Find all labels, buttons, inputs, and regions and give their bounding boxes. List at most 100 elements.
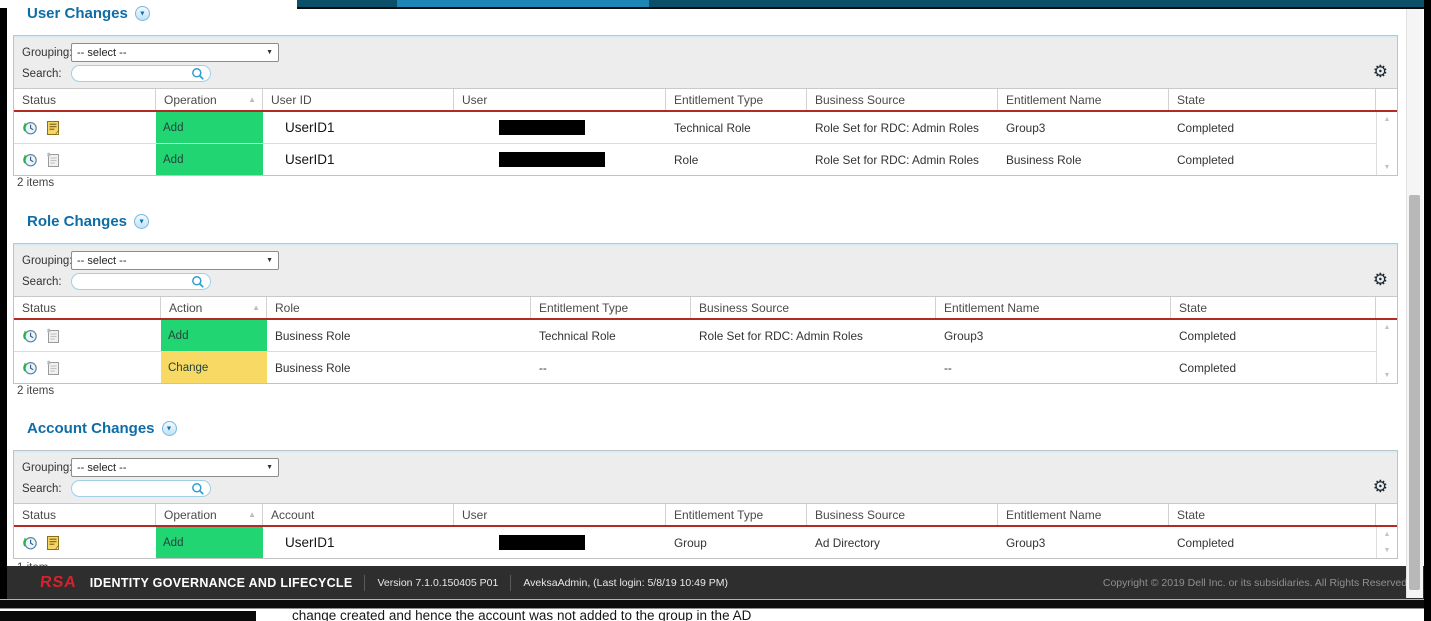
section-title-role-changes: Role Changes ▼ xyxy=(27,211,149,232)
sort-ascending-icon: ▲ xyxy=(252,303,260,312)
column-header-user-id[interactable]: User ID xyxy=(263,89,454,110)
bottom-redaction-block xyxy=(0,611,256,621)
scroll-down-icon[interactable]: ▼ xyxy=(1384,547,1391,554)
table-cell: Business Role xyxy=(998,144,1169,175)
changelog-note-icon[interactable] xyxy=(45,120,61,136)
table-scrollbar: ▲ ▼ xyxy=(1376,112,1397,175)
search-label: Search: xyxy=(22,68,71,80)
table-cell: Group3 xyxy=(998,112,1169,143)
status-sync-icon[interactable] xyxy=(22,152,38,168)
sort-ascending-icon: ▲ xyxy=(248,95,256,104)
redacted-value xyxy=(499,152,605,167)
search-input[interactable] xyxy=(81,276,183,288)
column-header-business-source[interactable]: Business Source xyxy=(807,89,998,110)
column-header-label: Entitlement Type xyxy=(674,93,800,107)
new-document-icon[interactable] xyxy=(45,328,61,344)
sort-ascending-icon: ▲ xyxy=(248,510,256,519)
collapse-chevron-icon[interactable]: ▼ xyxy=(162,421,177,436)
table-cell: Technical Role xyxy=(666,112,807,143)
column-header-entitlement-name[interactable]: Entitlement Name xyxy=(936,297,1171,318)
page-scrollbar-thumb[interactable] xyxy=(1409,195,1420,590)
search-row: Search: xyxy=(22,480,211,497)
items-count: 2 items xyxy=(17,177,54,189)
gear-icon[interactable]: ⚙ xyxy=(1373,63,1388,80)
status-sync-icon[interactable] xyxy=(22,535,38,551)
search-icon[interactable] xyxy=(191,482,205,496)
scroll-down-icon[interactable]: ▼ xyxy=(1384,372,1391,379)
column-header-label: State xyxy=(1177,93,1369,107)
grouping-select[interactable]: -- select -- ▼ xyxy=(71,43,279,62)
search-label: Search: xyxy=(22,483,71,495)
column-header-entitlement-name[interactable]: Entitlement Name xyxy=(998,504,1169,525)
footer-divider xyxy=(364,575,365,591)
search-input[interactable] xyxy=(81,483,183,495)
column-header-user[interactable]: User xyxy=(454,89,666,110)
table-cell: Business Role xyxy=(267,320,531,351)
status-sync-icon[interactable] xyxy=(22,328,38,344)
column-header-operation[interactable]: Operation▲ xyxy=(156,504,263,525)
column-header-business-source[interactable]: Business Source xyxy=(691,297,936,318)
column-header-entitlement-type[interactable]: Entitlement Type xyxy=(531,297,691,318)
table-cell: Role xyxy=(666,144,807,175)
scroll-up-icon[interactable]: ▲ xyxy=(1384,531,1391,538)
column-header-status[interactable]: Status xyxy=(14,297,161,318)
new-document-icon[interactable] xyxy=(45,360,61,376)
search-icon[interactable] xyxy=(191,67,205,81)
column-header-user[interactable]: User xyxy=(454,504,666,525)
column-header-label: User xyxy=(462,93,659,107)
table-cell: Group3 xyxy=(998,527,1169,558)
table-cell: Add xyxy=(156,112,263,143)
select-caret-icon: ▼ xyxy=(266,464,273,471)
collapse-chevron-icon[interactable]: ▼ xyxy=(135,6,150,21)
column-header-entitlement-type[interactable]: Entitlement Type xyxy=(666,89,807,110)
scroll-down-icon[interactable]: ▼ xyxy=(1384,164,1391,171)
column-header-business-source[interactable]: Business Source xyxy=(807,504,998,525)
column-header-label: Business Source xyxy=(699,301,929,315)
column-header-status[interactable]: Status xyxy=(14,89,156,110)
column-header-role[interactable]: Role xyxy=(267,297,531,318)
column-header-state[interactable]: State xyxy=(1169,504,1376,525)
column-header-entitlement-type[interactable]: Entitlement Type xyxy=(666,504,807,525)
grouping-select[interactable]: -- select -- ▼ xyxy=(71,458,279,477)
grouping-select[interactable]: -- select -- ▼ xyxy=(71,251,279,270)
clipped-note-text: change created and hence the account was… xyxy=(292,608,751,621)
changelog-note-icon[interactable] xyxy=(45,535,61,551)
column-header-account[interactable]: Account xyxy=(263,504,454,525)
search-input[interactable] xyxy=(81,68,183,80)
status-sync-icon[interactable] xyxy=(22,120,38,136)
search-row: Search: xyxy=(22,273,211,290)
search-box xyxy=(71,65,211,82)
role-changes-toolbar: Grouping: -- select -- ▼ Search: ⚙ xyxy=(14,244,1397,297)
column-header-action[interactable]: Action▲ xyxy=(161,297,267,318)
scroll-up-icon[interactable]: ▲ xyxy=(1384,116,1391,123)
page-title: Account Changes xyxy=(27,418,155,439)
status-cell xyxy=(14,352,161,383)
search-icon[interactable] xyxy=(191,275,205,289)
column-header-label: Business Source xyxy=(815,93,991,107)
page-scrollbar-track xyxy=(1406,9,1423,598)
table-body: AddUserID1Technical RoleRole Set for RDC… xyxy=(14,112,1397,175)
footer-divider xyxy=(510,575,511,591)
column-header-status[interactable]: Status xyxy=(14,504,156,525)
new-document-icon[interactable] xyxy=(45,152,61,168)
status-sync-icon[interactable] xyxy=(22,360,38,376)
column-header-operation[interactable]: Operation▲ xyxy=(156,89,263,110)
scroll-up-icon[interactable]: ▲ xyxy=(1384,324,1391,331)
grouping-row: Grouping: -- select -- ▼ xyxy=(22,251,279,270)
column-header-state[interactable]: State xyxy=(1169,89,1376,110)
table-cell: UserID1 xyxy=(263,112,454,143)
collapse-chevron-icon[interactable]: ▼ xyxy=(134,214,149,229)
column-header-entitlement-name[interactable]: Entitlement Name xyxy=(998,89,1169,110)
gear-icon[interactable]: ⚙ xyxy=(1373,271,1388,288)
top-scrollbar-thumb[interactable] xyxy=(397,0,649,7)
table-cell: Completed xyxy=(1169,144,1376,175)
rsa-logo: RSA xyxy=(39,574,78,592)
redacted-value xyxy=(499,535,585,550)
column-header-state[interactable]: State xyxy=(1171,297,1376,318)
table-header-row: StatusOperation▲AccountUserEntitlement T… xyxy=(14,504,1397,527)
column-header-label: Status xyxy=(22,93,149,107)
grouping-label: Grouping: xyxy=(22,462,71,474)
table-cell xyxy=(454,144,666,175)
table-row: AddBusiness RoleTechnical RoleRole Set f… xyxy=(14,320,1376,351)
gear-icon[interactable]: ⚙ xyxy=(1373,478,1388,495)
